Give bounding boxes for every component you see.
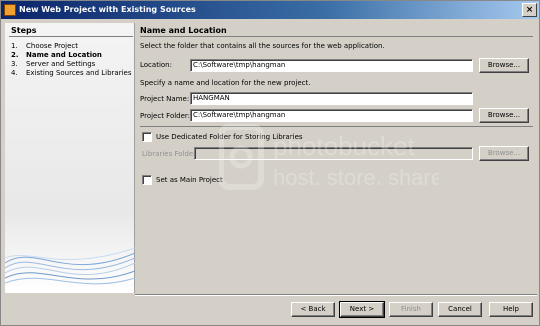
step-item-current: 2. Name and Location	[11, 51, 102, 59]
help-button[interactable]: Help	[489, 302, 533, 317]
section-title: Name and Location	[140, 26, 227, 35]
browse-project-folder-button[interactable]: Browse...	[479, 108, 529, 123]
svg-text:photobucket: photobucket	[273, 131, 415, 161]
step-number: 1.	[11, 42, 18, 50]
steps-title: Steps	[11, 26, 37, 35]
finish-button[interactable]: Finish	[389, 302, 433, 317]
footer-divider	[135, 294, 537, 296]
step-item: 1. Choose Project	[11, 42, 78, 50]
step-number: 4.	[11, 69, 18, 77]
step-number: 2.	[11, 51, 19, 59]
step-item: 4. Existing Sources and Libraries	[11, 69, 132, 77]
intro-text: Select the folder that contains all the …	[140, 42, 385, 50]
step-label: Server and Settings	[26, 60, 96, 68]
name-intro-text: Specify a name and location for the new …	[140, 79, 311, 87]
title-bar[interactable]: New Web Project with Existing Sources ×	[1, 1, 539, 19]
close-icon[interactable]: ×	[522, 3, 537, 17]
browse-libraries-folder-button[interactable]: Browse...	[479, 146, 529, 161]
set-main-project-checkbox[interactable]	[142, 175, 152, 185]
steps-divider	[9, 36, 133, 37]
wizard-window: New Web Project with Existing Sources × …	[0, 0, 540, 326]
app-icon	[4, 4, 16, 16]
set-main-project-label: Set as Main Project	[156, 176, 223, 184]
step-label: Choose Project	[26, 42, 79, 50]
steps-panel: Steps 1. Choose Project 2. Name and Locati…	[5, 23, 135, 293]
next-button[interactable]: Next >	[339, 301, 385, 318]
browse-location-button[interactable]: Browse...	[479, 58, 529, 73]
step-number: 3.	[11, 60, 18, 68]
window-title: New Web Project with Existing Sources	[19, 5, 196, 14]
cancel-button[interactable]: Cancel	[438, 302, 482, 317]
watermark-logo: photobucket host. store. share.	[219, 124, 439, 190]
libraries-folder-label: Libraries Folder:	[142, 150, 199, 158]
project-name-label: Project Name:	[140, 95, 190, 103]
svg-text:host. store. share.: host. store. share.	[273, 165, 439, 190]
back-button[interactable]: < Back	[291, 302, 335, 317]
decorative-waves-image	[5, 247, 135, 285]
location-label: Location:	[140, 61, 172, 69]
step-label: Existing Sources and Libraries	[26, 69, 132, 77]
section-divider	[140, 36, 533, 37]
dedicated-folder-checkbox[interactable]	[142, 132, 152, 142]
step-label: Name and Location	[26, 51, 102, 59]
step-item: 3. Server and Settings	[11, 60, 95, 68]
location-input[interactable]: C:\Software\tmp\hangman	[190, 59, 473, 72]
project-folder-label: Project Folder:	[140, 112, 191, 120]
project-name-input[interactable]: HANGMAN	[190, 92, 473, 105]
